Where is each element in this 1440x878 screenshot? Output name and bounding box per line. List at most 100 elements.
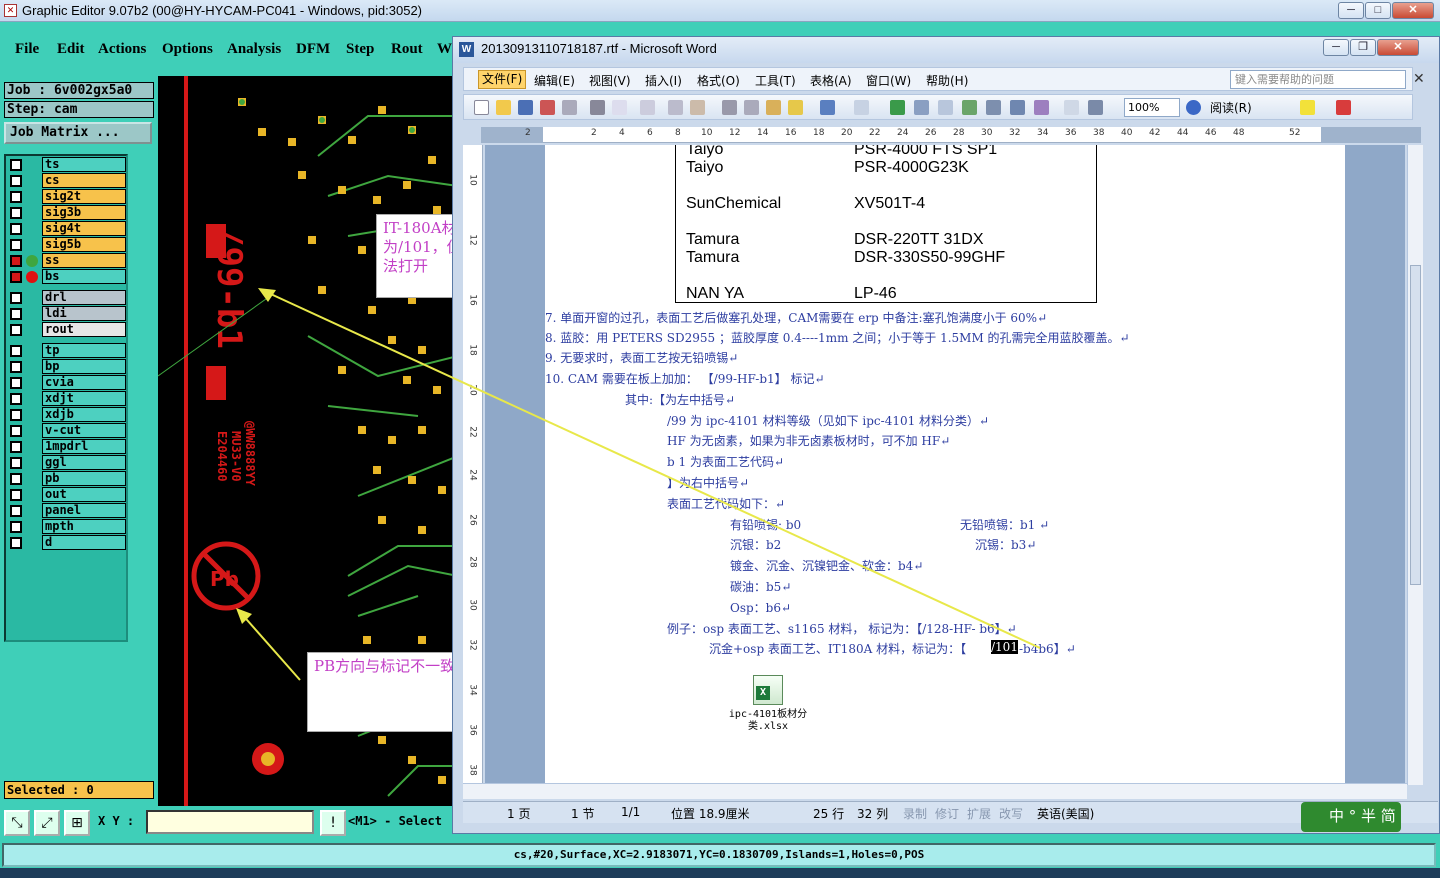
columns-icon[interactable] [986, 100, 1001, 115]
permission-icon[interactable] [540, 100, 555, 115]
layer-checkbox[interactable] [10, 393, 22, 405]
document-line[interactable]: 表面工艺代码如下：↵ [667, 495, 785, 512]
layer-name[interactable]: sig2t [42, 189, 126, 204]
layer-state-icon[interactable] [26, 271, 38, 283]
layer-checkbox[interactable] [10, 191, 22, 203]
layer-row[interactable]: ts [8, 157, 126, 172]
help-search-input[interactable]: 键入需要帮助的问题 [1230, 70, 1406, 89]
layer-state-icon[interactable] [26, 191, 38, 203]
help-icon[interactable] [1186, 100, 1201, 115]
layer-checkbox[interactable] [10, 361, 22, 373]
layer-row[interactable]: v-cut [8, 423, 126, 438]
document-line[interactable]: 有铅喷锡: b0 [730, 516, 801, 533]
layer-checkbox[interactable] [10, 489, 22, 501]
layer-state-icon[interactable] [26, 175, 38, 187]
layer-row[interactable]: bp [8, 359, 126, 374]
word-menu-tools[interactable]: 工具(T) [755, 72, 796, 89]
layer-row[interactable]: ggl [8, 455, 126, 470]
word-menu-insert[interactable]: 插入(I) [645, 72, 682, 89]
research-icon[interactable] [690, 100, 705, 115]
print-preview-icon[interactable] [612, 100, 627, 115]
document-line[interactable]: 沉银：b2 [730, 536, 781, 553]
layer-checkbox[interactable] [10, 175, 22, 187]
scroll-thumb[interactable] [1410, 265, 1421, 585]
drawing-icon[interactable] [1010, 100, 1025, 115]
layer-checkbox[interactable] [10, 473, 22, 485]
email-icon[interactable] [562, 100, 577, 115]
menu-edit[interactable]: Edit [57, 41, 85, 58]
layer-state-icon[interactable] [26, 505, 38, 517]
status-trk[interactable]: 修订 [935, 805, 959, 822]
zoom-select[interactable]: 100% [1124, 98, 1180, 117]
menu-file[interactable]: File [15, 41, 39, 58]
read-mode-button[interactable]: 阅读(R) [1210, 99, 1252, 116]
menu-rout[interactable]: Rout [391, 41, 423, 58]
show-hide-icon[interactable] [1064, 100, 1079, 115]
paragraph-mark-icon[interactable] [1088, 100, 1103, 115]
layer-state-icon[interactable] [26, 489, 38, 501]
layer-row[interactable]: xdjt [8, 391, 126, 406]
alert-icon[interactable]: ! [320, 810, 346, 836]
layer-checkbox[interactable] [10, 292, 22, 304]
document-area[interactable]: Taiyo PSR-4000 FTS SP1 Taiyo PSR-4000G23K Su… [485, 145, 1405, 785]
horizontal-ruler[interactable]: 224 6 8 10 12 14 16 18 20 22 24 26 28 30 32 34 36 3… [481, 127, 1421, 143]
word-menu-table[interactable]: 表格(A) [810, 72, 852, 89]
layer-row[interactable]: out [8, 487, 126, 502]
word-restore-button[interactable]: ❐ [1350, 39, 1376, 56]
layer-checkbox[interactable] [10, 255, 22, 267]
layer-state-icon[interactable] [26, 361, 38, 373]
layer-checkbox[interactable] [10, 345, 22, 357]
highlight-icon[interactable] [1300, 100, 1315, 115]
document-line[interactable]: 其中:【为左中括号↵ [625, 391, 735, 408]
document-line[interactable]: 沉锡：b3↵ [975, 536, 1036, 553]
layer-name[interactable]: bs [42, 269, 126, 284]
layer-checkbox[interactable] [10, 159, 22, 171]
layer-name[interactable]: cs [42, 173, 126, 188]
excel-attachment[interactable]: ipc-4101板材分类.xlsx [713, 675, 823, 733]
layer-row[interactable]: cvia [8, 375, 126, 390]
menu-analysis[interactable]: Analysis [227, 41, 281, 58]
layer-name[interactable]: v-cut [42, 423, 126, 438]
layer-row[interactable]: rout [8, 322, 126, 337]
new-doc-icon[interactable] [474, 100, 489, 115]
layer-checkbox[interactable] [10, 271, 22, 283]
layer-checkbox[interactable] [10, 223, 22, 235]
layer-checkbox[interactable] [10, 537, 22, 549]
layer-state-icon[interactable] [26, 537, 38, 549]
layer-checkbox[interactable] [10, 425, 22, 437]
horizontal-scrollbar[interactable] [463, 783, 1407, 799]
layer-row[interactable]: bs [8, 269, 126, 284]
selected-text[interactable]: /101 [991, 640, 1018, 654]
word-menu-file[interactable]: 文件(F) [478, 70, 527, 89]
redo-icon[interactable] [854, 100, 869, 115]
tables-borders-icon[interactable] [914, 100, 929, 115]
document-line[interactable]: Osp：b6↵ [730, 599, 791, 616]
layer-row[interactable]: sig3b [8, 205, 126, 220]
layer-name[interactable]: d [42, 535, 126, 550]
layer-state-icon[interactable] [26, 393, 38, 405]
job-matrix-button[interactable]: Job Matrix ... [4, 122, 152, 144]
ime-indicator[interactable]: 中 ° 半 简 [1301, 802, 1401, 832]
layer-name[interactable]: out [42, 487, 126, 502]
layer-state-icon[interactable] [26, 473, 38, 485]
minimize-button[interactable]: ─ [1338, 2, 1364, 19]
layer-row[interactable]: d [8, 535, 126, 550]
layer-state-icon[interactable] [26, 223, 38, 235]
word-menu-help[interactable]: 帮助(H) [926, 72, 968, 89]
layer-checkbox[interactable] [10, 308, 22, 320]
document-line[interactable]: 7. 单面开窗的过孔，表面工艺后做塞孔处理，CAM需要在 erp 中备注:塞孔饱… [545, 309, 1047, 326]
layer-row[interactable]: mpth [8, 519, 126, 534]
document-line[interactable]: 无铅喷锡：b1 ↵ [960, 516, 1049, 533]
document-line[interactable]: 】为右中括号↵ [667, 474, 749, 491]
save-icon[interactable] [518, 100, 533, 115]
layer-state-icon[interactable] [26, 159, 38, 171]
document-line[interactable]: 镀金、沉金、沉镍钯金、软金：b4↵ [730, 557, 923, 574]
layer-name[interactable]: pb [42, 471, 126, 486]
xy-input[interactable] [146, 810, 314, 834]
document-line[interactable]: 9. 无要求时，表面工艺按无铅喷锡↵ [545, 349, 738, 366]
layer-state-icon[interactable] [26, 345, 38, 357]
word-close-button[interactable]: ✕ [1377, 39, 1419, 56]
layer-checkbox[interactable] [10, 377, 22, 389]
document-line[interactable]: -b4b6】↵ [1019, 640, 1076, 657]
layer-checkbox[interactable] [10, 324, 22, 336]
